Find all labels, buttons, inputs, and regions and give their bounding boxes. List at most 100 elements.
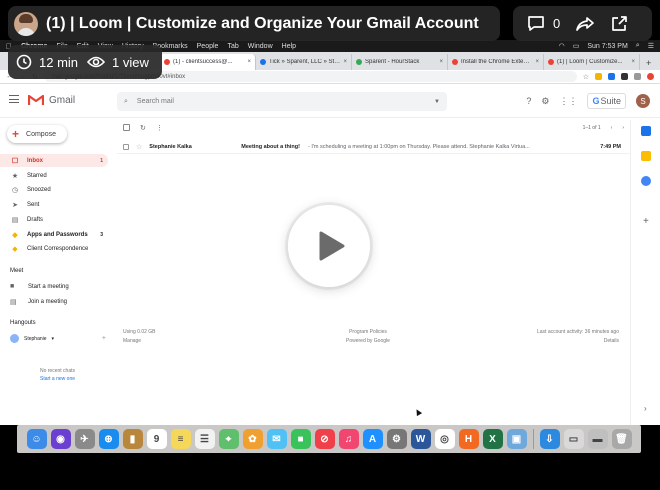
dock-siri-icon[interactable]: ◉ <box>50 429 71 449</box>
play-button[interactable] <box>288 205 370 287</box>
bookmark-star-icon[interactable]: ☆ <box>583 73 589 81</box>
start-new-chat-link[interactable]: Start a new one <box>0 376 115 382</box>
sidebar-item-starred[interactable]: ★ Starred <box>0 169 108 182</box>
help-icon[interactable]: ? <box>526 96 531 106</box>
battery-icon[interactable]: ▭ <box>573 42 580 50</box>
dock-news-icon[interactable]: ⊘ <box>314 429 335 449</box>
video-title[interactable]: (1) | Loom | Customize and Organize Your… <box>46 15 479 33</box>
dock-reminders-icon[interactable]: ☰ <box>194 429 215 449</box>
dock-safari-icon[interactable]: ⊕ <box>98 429 119 449</box>
join-meeting-link[interactable]: ▤ Join a meeting <box>10 298 67 306</box>
chevron-left-icon[interactable]: ‹ <box>611 125 613 131</box>
compose-button[interactable]: + Compose <box>7 125 67 143</box>
hangouts-user[interactable]: Stephanie ▾ + <box>10 334 106 343</box>
settings-gear-icon[interactable]: ⚙ <box>541 96 549 107</box>
browser-tab[interactable]: Tick » Sparent, LLC » Stuff × <box>256 54 352 70</box>
sidebar-item-sent[interactable]: ➤ Sent <box>0 198 108 211</box>
chevron-right-icon[interactable]: › <box>622 125 624 131</box>
dock-maps-icon[interactable]: ⌖ <box>218 429 239 449</box>
start-meeting-link[interactable]: ■ Start a meeting <box>10 283 69 290</box>
calendar-icon[interactable] <box>641 126 651 136</box>
search-input[interactable]: Search mail <box>137 98 174 105</box>
sidebar-item-snoozed[interactable]: ◷ Snoozed <box>0 183 108 196</box>
add-addon-icon[interactable]: + <box>643 216 649 227</box>
open-in-new-tab-button[interactable] <box>611 15 628 32</box>
dock-word-icon[interactable]: W <box>410 429 431 449</box>
more-options-icon[interactable]: ⋮ <box>156 124 163 132</box>
menu-item[interactable]: Help <box>282 43 296 50</box>
loom-video-player[interactable]:  Chrome File Edit View History Bookmark… <box>0 0 660 490</box>
dock-launchpad-icon[interactable]: ✈ <box>74 429 95 449</box>
close-icon[interactable]: × <box>535 59 539 65</box>
spotlight-icon[interactable]: ⌕ <box>636 42 640 50</box>
close-icon[interactable]: × <box>247 59 251 65</box>
manage-storage-link[interactable]: Manage <box>123 337 156 346</box>
sidebar-item-client-correspondence[interactable]: ◆ Client Correspondence <box>0 242 108 255</box>
browser-tab[interactable]: (1) - clientsuccess@... × <box>160 54 256 70</box>
add-person-icon[interactable]: + <box>102 335 106 342</box>
views-text: 1 view <box>112 54 149 70</box>
row-checkbox[interactable] <box>123 143 129 150</box>
extension-icon[interactable] <box>621 73 628 80</box>
dock-finder-icon[interactable]: ☺ <box>26 429 47 449</box>
sidebar-item-apps-and-passwords[interactable]: ◆ Apps and Passwords 3 <box>0 228 108 241</box>
keep-icon[interactable] <box>641 151 651 161</box>
search-icon[interactable]: ⌕ <box>124 98 128 106</box>
gsuite-badge[interactable]: G Suite <box>587 93 626 109</box>
share-button[interactable] <box>576 16 595 32</box>
details-link[interactable]: Details <box>537 337 619 346</box>
star-icon[interactable]: ☆ <box>136 143 142 151</box>
extension-icon[interactable] <box>608 73 615 80</box>
dock-desktop-icon[interactable]: ▬ <box>587 429 608 449</box>
dock-system-preferences-icon[interactable]: ⚙ <box>386 429 407 449</box>
extension-icon[interactable] <box>634 73 641 80</box>
avatar[interactable] <box>14 11 38 36</box>
dock-app-store-icon[interactable]: A <box>362 429 383 449</box>
chevron-right-icon[interactable]: › <box>644 404 647 413</box>
account-avatar[interactable]: S <box>636 94 650 108</box>
menu-item[interactable]: People <box>197 43 219 50</box>
dock-excel-icon[interactable]: X <box>482 429 503 449</box>
dock-hourstack-icon[interactable]: H <box>458 429 479 449</box>
loom-extension-icon[interactable] <box>647 73 654 80</box>
main-menu-icon[interactable] <box>9 95 19 103</box>
browser-tab[interactable]: (1) | Loom | Customize... × <box>544 54 640 70</box>
dock-downloads-icon[interactable]: ⇩ <box>539 429 560 449</box>
control-center-icon[interactable]: ☰ <box>648 42 654 50</box>
apps-grid-icon[interactable]: ⋮⋮ <box>559 96 577 107</box>
wifi-icon[interactable]: ◠ <box>559 42 565 50</box>
dock-notes-icon[interactable]: ≡ <box>170 429 191 449</box>
chevron-down-icon[interactable]: ▾ <box>52 336 55 342</box>
dock-chrome-icon[interactable]: ◎ <box>434 429 455 449</box>
select-all-checkbox[interactable] <box>123 124 130 131</box>
dock-notefile-icon[interactable]: ▮ <box>122 429 143 449</box>
dock-documents-icon[interactable]: ▭ <box>563 429 584 449</box>
tasks-icon[interactable] <box>641 176 651 186</box>
close-icon[interactable]: × <box>343 59 347 65</box>
table-row[interactable]: ☆ Stephanie Kalka Meeting about a thing!… <box>117 140 630 154</box>
sidebar-item-inbox[interactable]: ☐ Inbox 1 <box>0 154 108 167</box>
extension-icon[interactable] <box>595 73 602 80</box>
refresh-icon[interactable]: ↻ <box>140 124 146 132</box>
close-icon[interactable]: × <box>439 59 443 65</box>
browser-tab[interactable]: Install the Chrome Extens... × <box>448 54 544 70</box>
dock-messages-icon[interactable]: ✉ <box>266 429 287 449</box>
dock-photos-icon[interactable]: ✿ <box>242 429 263 449</box>
menu-item[interactable]: Tab <box>227 43 238 50</box>
dock-music-icon[interactable]: ♫ <box>338 429 359 449</box>
menu-clock[interactable]: Sun 7:53 PM <box>587 43 627 50</box>
comments-button[interactable]: 0 <box>527 15 560 32</box>
program-policies-link[interactable]: Program Policies <box>346 328 390 337</box>
search-bar[interactable]: ⌕ Search mail ▼ <box>117 92 447 111</box>
close-icon[interactable]: × <box>631 59 635 65</box>
search-options-icon[interactable]: ▼ <box>434 99 440 105</box>
dock-calendar-icon[interactable]: 9 <box>146 429 167 449</box>
browser-tab[interactable]: Sparent - HourStack × <box>352 54 448 70</box>
sidebar-item-drafts[interactable]: ▤ Drafts <box>0 213 108 226</box>
dock-trash-icon[interactable]: 🗑 <box>611 429 632 449</box>
new-tab-button[interactable]: + <box>640 58 657 70</box>
menu-item[interactable]: Window <box>248 43 273 50</box>
dock-preview-icon[interactable]: ▣ <box>506 429 527 449</box>
dock-facetime-icon[interactable]: ■ <box>290 429 311 449</box>
gmail-logo[interactable]: Gmail <box>28 94 75 106</box>
